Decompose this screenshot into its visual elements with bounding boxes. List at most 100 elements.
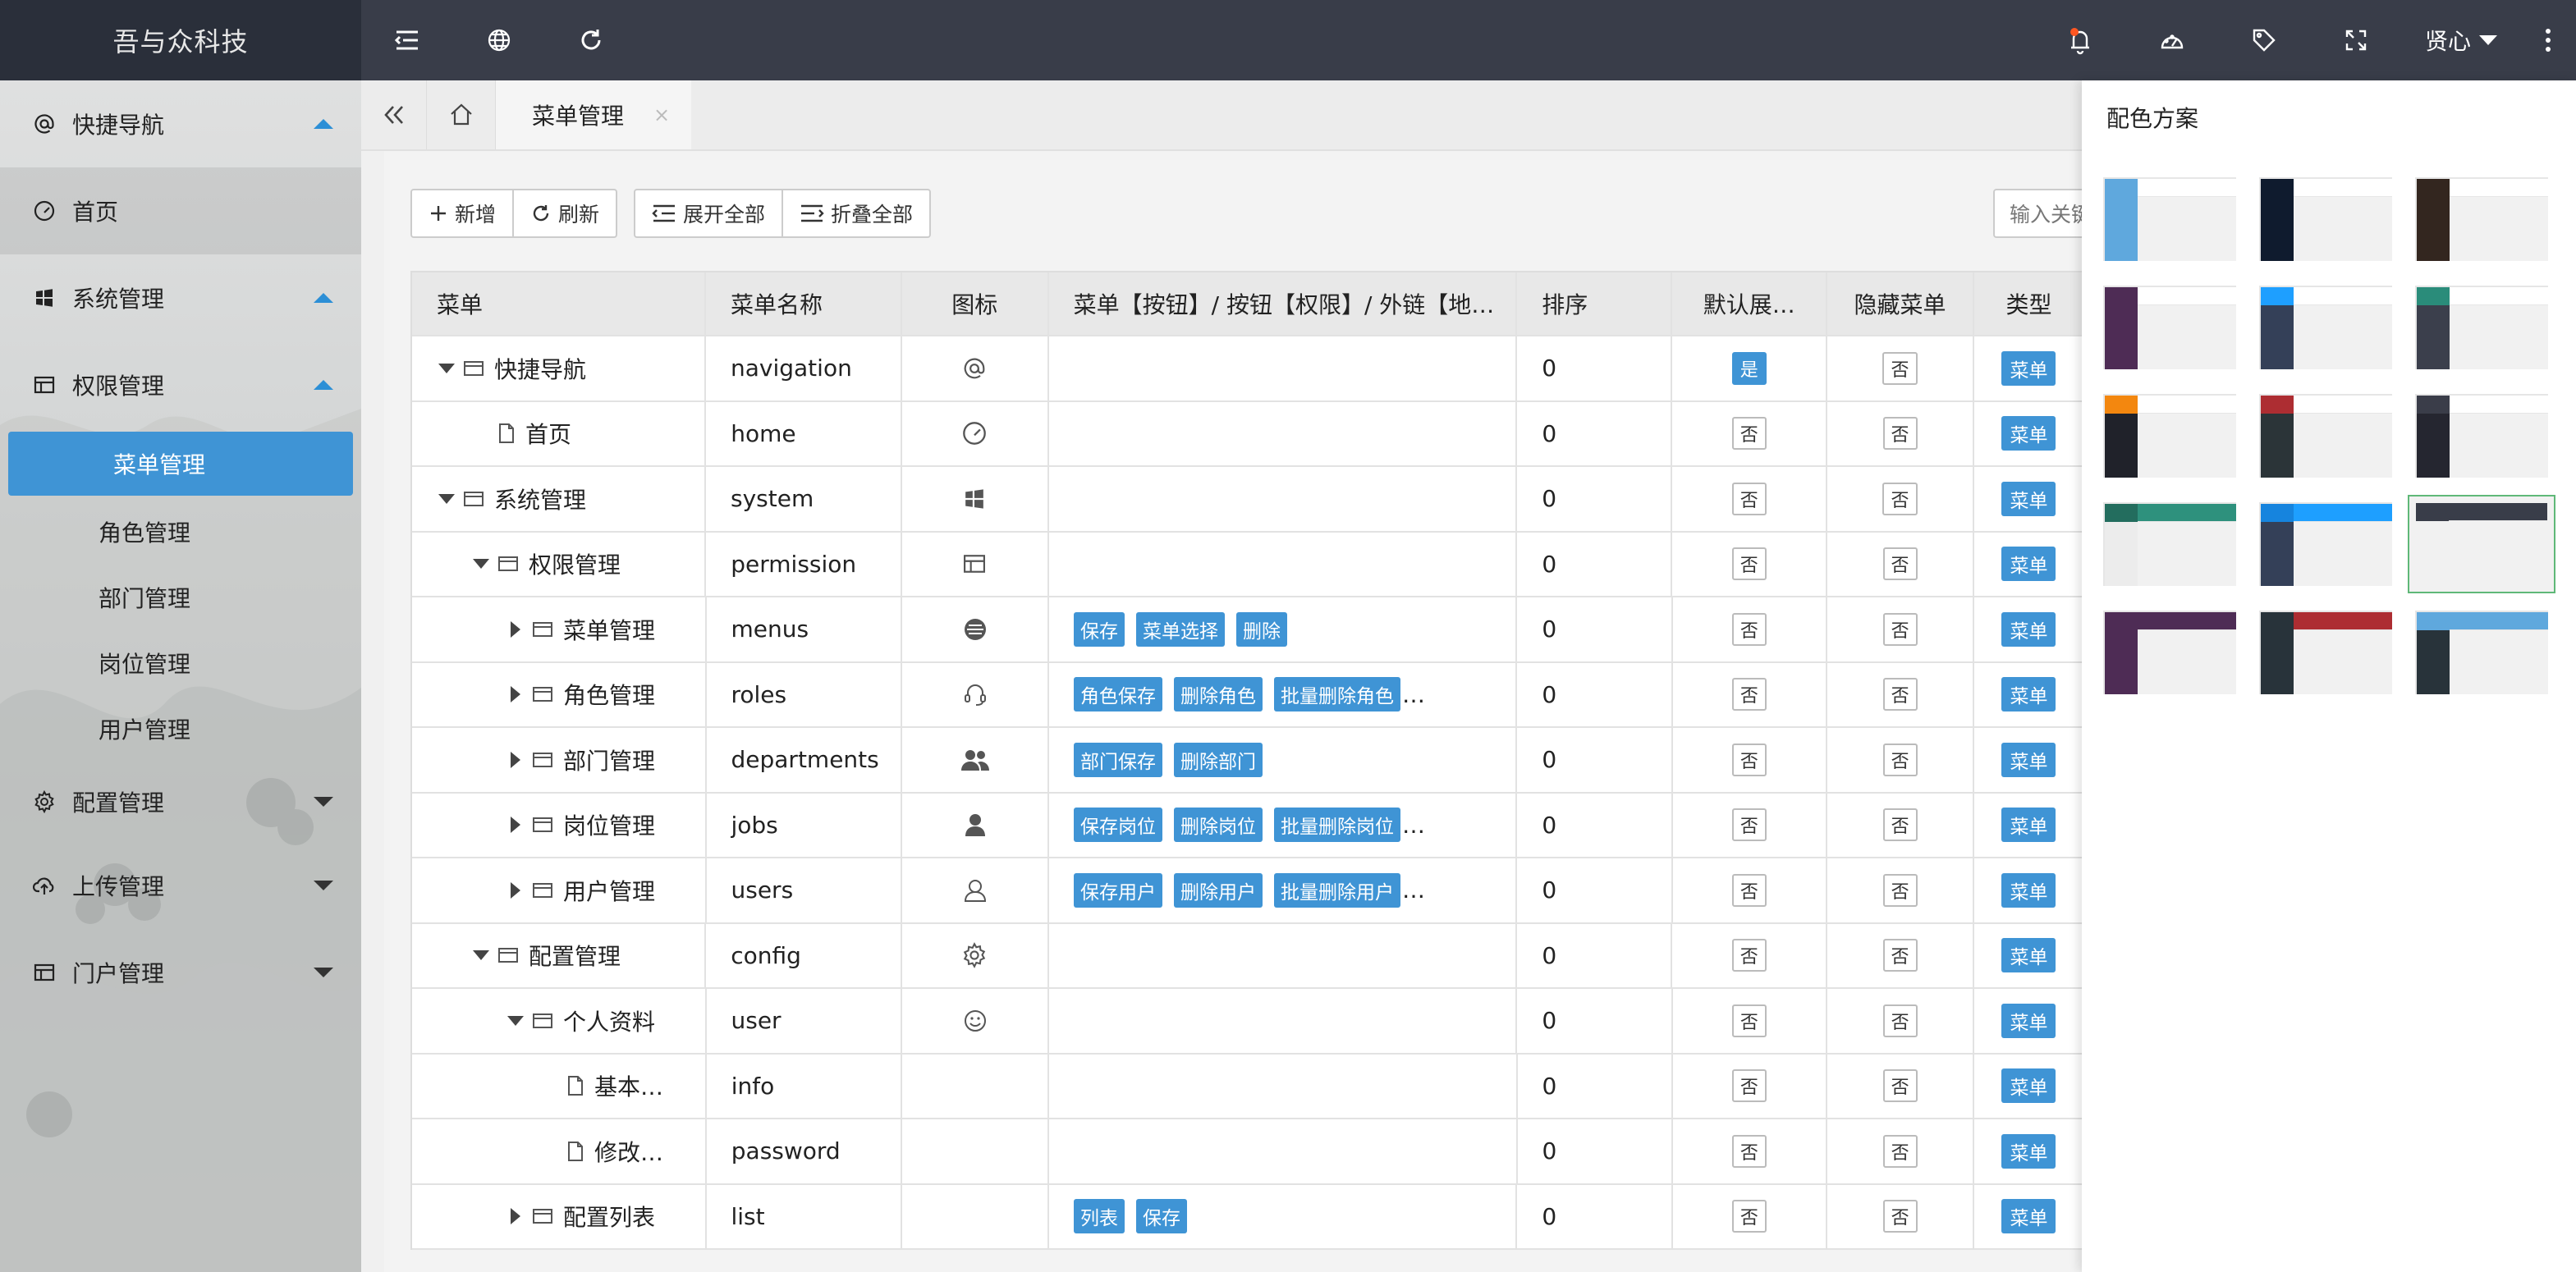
col-header-type[interactable]: 类型	[1974, 272, 2082, 335]
hamburger-icon[interactable]	[361, 0, 453, 80]
default-expand-badge[interactable]: 否	[1731, 482, 1767, 515]
nav-quick-navigation[interactable]: 快捷导航	[0, 80, 361, 167]
col-header-icon[interactable]: 图标	[902, 272, 1049, 335]
theme-swatch[interactable]	[2415, 286, 2548, 369]
permission-tag[interactable]: 批量删除岗位	[1274, 808, 1400, 843]
hidden-badge[interactable]: 否	[1882, 1004, 1918, 1037]
home-tab[interactable]	[427, 80, 496, 149]
hidden-badge[interactable]: 否	[1882, 873, 1918, 907]
col-header-permissions[interactable]: 菜单【按钮】/ 按钮【权限】/ 外链【地…	[1049, 272, 1518, 335]
permission-tag[interactable]: 批量删除角色	[1274, 677, 1400, 712]
default-expand-badge[interactable]: 否	[1731, 743, 1767, 776]
hidden-badge[interactable]: 否	[1882, 351, 1918, 385]
nav-system-management[interactable]: 系统管理	[0, 254, 361, 341]
permission-tag[interactable]: 删除部门	[1174, 742, 1263, 777]
permission-tag[interactable]: 保存岗位	[1074, 808, 1162, 843]
default-expand-badge[interactable]: 否	[1731, 1069, 1767, 1103]
bell-icon[interactable]	[2034, 0, 2126, 80]
permission-tag[interactable]: 保存	[1136, 1199, 1187, 1234]
table-row[interactable]: 首页 home 0 否 否 菜单	[412, 401, 2082, 467]
caret-down-icon[interactable]	[471, 559, 491, 570]
tab-menu-management[interactable]: 菜单管理 ×	[496, 80, 692, 149]
col-header-menu[interactable]: 菜单	[412, 272, 706, 335]
hidden-badge[interactable]: 否	[1882, 808, 1918, 842]
refresh-button[interactable]: 刷新	[512, 190, 616, 236]
default-expand-badge[interactable]: 否	[1731, 808, 1767, 842]
hidden-badge[interactable]: 否	[1882, 1069, 1918, 1103]
default-expand-badge[interactable]: 否	[1731, 1200, 1767, 1233]
caret-right-icon[interactable]	[506, 751, 525, 768]
theme-swatch[interactable]	[2415, 611, 2548, 694]
default-expand-badge[interactable]: 否	[1731, 873, 1767, 907]
theme-swatch[interactable]	[2259, 394, 2392, 478]
table-row[interactable]: 系统管理 system 0 否 否 菜单	[412, 467, 2082, 533]
default-expand-badge[interactable]: 否	[1731, 547, 1767, 581]
hidden-badge[interactable]: 否	[1882, 678, 1918, 711]
collapse-all-button[interactable]: 折叠全部	[782, 190, 929, 236]
permission-tag[interactable]: 保存用户	[1074, 872, 1162, 908]
expand-all-button[interactable]: 展开全部	[635, 190, 782, 236]
hidden-badge[interactable]: 否	[1882, 547, 1918, 581]
table-row[interactable]: 部门管理 departments 部门保存 删除部门 0 否否菜单	[412, 728, 2082, 794]
nav-sub-department-management[interactable]: 部门管理	[0, 565, 361, 630]
permission-tag[interactable]: 删除用户	[1174, 872, 1263, 908]
table-row[interactable]: 角色管理 roles 角色保存 删除角色 批量删除角色… 0 否否菜单	[412, 662, 2082, 728]
table-row[interactable]: 菜单管理 menus 保存 菜单选择 删除 0 否否菜单	[412, 597, 2082, 663]
theme-swatch[interactable]	[2103, 394, 2236, 478]
default-expand-badge[interactable]: 否	[1731, 678, 1767, 711]
app-logo[interactable]: 吾与众科技	[0, 0, 361, 80]
caret-right-icon[interactable]	[506, 881, 525, 899]
hidden-badge[interactable]: 否	[1882, 743, 1918, 776]
default-expand-badge[interactable]: 否	[1731, 612, 1767, 646]
nav-home[interactable]: 首页	[0, 167, 361, 254]
hidden-badge[interactable]: 否	[1882, 1134, 1918, 1168]
default-expand-badge[interactable]: 否	[1731, 1004, 1767, 1037]
caret-down-icon[interactable]	[506, 1015, 525, 1026]
nav-config-management[interactable]: 配置管理	[0, 762, 361, 842]
caret-down-icon[interactable]	[471, 950, 491, 961]
table-row[interactable]: 个人资料 user 0 否 否 菜单	[412, 989, 2082, 1055]
permission-tag[interactable]: 菜单选择	[1136, 611, 1225, 647]
hidden-badge[interactable]: 否	[1882, 939, 1918, 972]
table-row[interactable]: 权限管理 permission 0 否 否 菜单	[412, 532, 2082, 597]
caret-right-icon[interactable]	[506, 620, 525, 638]
hidden-badge[interactable]: 否	[1882, 1200, 1918, 1233]
nav-permission-management[interactable]: 权限管理	[0, 341, 361, 428]
permission-tag[interactable]: 角色保存	[1074, 677, 1162, 712]
add-button[interactable]: 新增	[412, 190, 512, 236]
default-expand-badge[interactable]: 否	[1731, 417, 1767, 451]
theme-swatch[interactable]	[2259, 611, 2392, 694]
nav-sub-role-management[interactable]: 角色管理	[0, 499, 361, 565]
permission-tag[interactable]: 删除岗位	[1174, 808, 1263, 843]
theme-swatch[interactable]	[2103, 177, 2236, 261]
col-header-default-expand[interactable]: 默认展…	[1672, 272, 1828, 335]
theme-swatch[interactable]	[2259, 177, 2392, 261]
theme-swatch[interactable]	[2408, 495, 2555, 593]
close-icon[interactable]: ×	[653, 103, 670, 126]
globe-icon[interactable]	[453, 0, 545, 80]
table-row[interactable]: 修改… password 0 否 否 菜单	[412, 1119, 2082, 1185]
tag-icon[interactable]	[2218, 0, 2310, 80]
fullscreen-icon[interactable]	[2310, 0, 2402, 80]
search-input[interactable]: 输入关键	[1993, 189, 2082, 238]
col-header-hidden[interactable]: 隐藏菜单	[1827, 272, 1974, 335]
theme-swatch[interactable]	[2103, 611, 2236, 694]
double-chevron-left-icon[interactable]	[361, 80, 427, 149]
permission-tag[interactable]: 保存	[1074, 611, 1125, 647]
col-header-sort[interactable]: 排序	[1517, 272, 1673, 335]
gauge-icon[interactable]	[2126, 0, 2218, 80]
hidden-badge[interactable]: 否	[1882, 417, 1918, 451]
theme-swatch[interactable]	[2103, 286, 2236, 369]
theme-swatch[interactable]	[2259, 286, 2392, 369]
permission-tag[interactable]: 列表	[1074, 1199, 1125, 1234]
more-icon[interactable]	[2520, 0, 2576, 80]
caret-down-icon[interactable]	[437, 363, 456, 373]
caret-right-icon[interactable]	[506, 817, 525, 834]
permission-tag[interactable]: 部门保存	[1074, 742, 1162, 777]
table-row[interactable]: 快捷导航 navigation 0 是 否 菜单	[412, 336, 2082, 402]
theme-swatch[interactable]	[2415, 177, 2548, 261]
nav-portal-management[interactable]: 门户管理	[0, 929, 361, 1016]
permission-tag[interactable]: 批量删除用户	[1274, 872, 1400, 908]
caret-down-icon[interactable]	[437, 493, 456, 504]
nav-sub-job-management[interactable]: 岗位管理	[0, 630, 361, 696]
